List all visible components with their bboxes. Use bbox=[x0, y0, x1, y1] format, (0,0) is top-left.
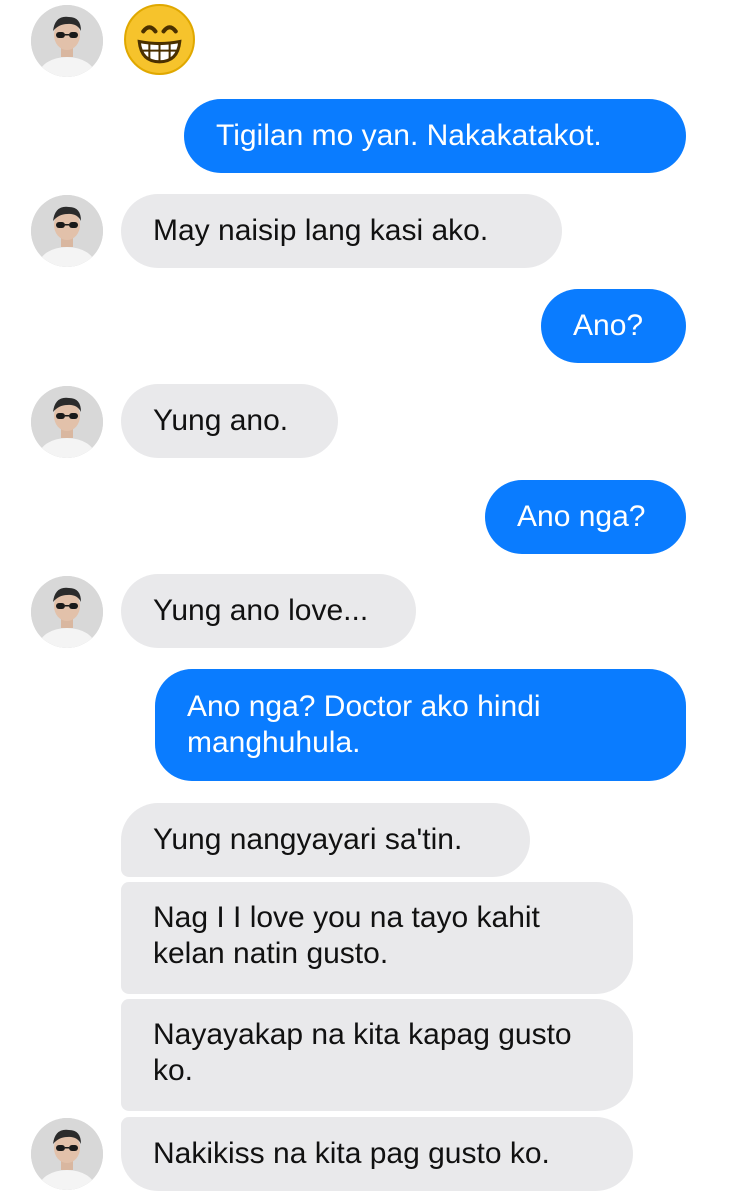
message-text: May naisip lang kasi ako. bbox=[153, 214, 489, 247]
message-bubble-received[interactable]: May naisip lang kasi ako. bbox=[121, 194, 562, 268]
message-text: Nakikiss na kita pag gusto ko. bbox=[153, 1137, 550, 1170]
message-bubble-received[interactable]: Yung ano love... bbox=[121, 574, 416, 648]
message-bubble-sent[interactable]: Ano nga? bbox=[485, 480, 686, 554]
contact-avatar[interactable] bbox=[31, 386, 103, 458]
message-text: Yung nangyayari sa'tin. bbox=[153, 823, 463, 856]
message-bubble-received[interactable]: Nakikiss na kita pag gusto ko. bbox=[121, 1117, 633, 1191]
message-bubble-received[interactable]: Yung ano. bbox=[121, 384, 338, 458]
message-text: Yung ano love... bbox=[153, 594, 369, 627]
message-text: Ano nga? Doctor ako hindi manghuhula. bbox=[187, 690, 541, 759]
contact-avatar[interactable] bbox=[31, 1118, 103, 1190]
message-text: Nag I I love you na tayo kahit kelan nat… bbox=[153, 901, 540, 970]
message-text: Ano? bbox=[573, 309, 644, 342]
message-text: Yung ano. bbox=[153, 404, 289, 437]
message-text: Tigilan mo yan. Nakakatakot. bbox=[216, 119, 602, 152]
grinning-emoji-icon bbox=[124, 4, 195, 75]
message-bubble-received[interactable]: Nayayakap na kita kapag gusto ko. bbox=[121, 999, 633, 1111]
message-bubble-received[interactable]: Nag I I love you na tayo kahit kelan nat… bbox=[121, 882, 633, 994]
message-bubble-sent[interactable]: Ano nga? Doctor ako hindi manghuhula. bbox=[155, 669, 686, 781]
contact-avatar[interactable] bbox=[31, 5, 103, 77]
message-text: Nayayakap na kita kapag gusto ko. bbox=[153, 1018, 572, 1087]
message-bubble-received[interactable]: Yung nangyayari sa'tin. bbox=[121, 803, 530, 877]
message-text: Ano nga? bbox=[517, 500, 646, 533]
message-bubble-sent[interactable]: Tigilan mo yan. Nakakatakot. bbox=[184, 99, 686, 173]
contact-avatar[interactable] bbox=[31, 576, 103, 648]
message-bubble-sent[interactable]: Ano? bbox=[541, 289, 686, 363]
contact-avatar[interactable] bbox=[31, 195, 103, 267]
